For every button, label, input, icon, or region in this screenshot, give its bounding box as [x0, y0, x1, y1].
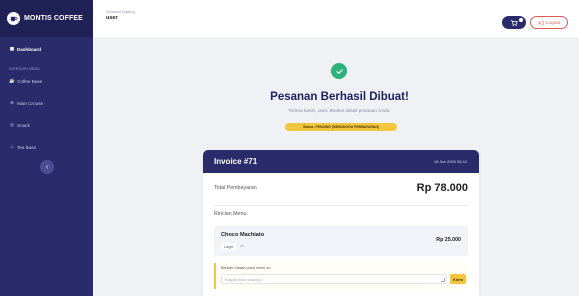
sidebar-item-label: Dashboard — [17, 46, 41, 52]
invoice-header: Invoice #71 18 Jan 2026 08.44 — [203, 150, 479, 173]
details-label: Rincian Menu: — [214, 211, 248, 217]
success-subtitle: Terima kasih, user. Berikut detail pesan… — [288, 109, 391, 114]
logout-icon — [538, 20, 544, 25]
sidebar-item-label: Tea Base — [17, 144, 37, 150]
cup-icon: ☕ — [9, 78, 15, 83]
total-row: Total Pembayaran Rp 78.000 — [214, 182, 468, 194]
invoice-date: 18 Jan 2026 08.44 — [433, 159, 467, 164]
sidebar-item-coffee-base[interactable]: ☕ Coffee Base — [0, 73, 93, 89]
sidebar: MONTIS COFFEE ▦ Dashboard KATEGORI MENU … — [0, 0, 93, 296]
plate-icon: ⊛ — [10, 100, 14, 105]
chevron-left-icon: ‹ — [45, 163, 49, 171]
item-price: Rp 25.000 — [436, 237, 461, 243]
sidebar-item-main-crouse[interactable]: ⊛ Main Crouse — [0, 95, 93, 111]
logout-button[interactable]: Logout — [530, 16, 568, 29]
review-input[interactable]: Bagaimana rasanya?... — [221, 274, 447, 284]
cart-icon — [510, 19, 518, 26]
review-box: Berikan Ulasan untuk menu ini: Bagaimana… — [214, 263, 468, 289]
sidebar-item-dashboard[interactable]: ▦ Dashboard — [0, 41, 93, 57]
sidebar-item-label: Main Crouse — [17, 100, 44, 106]
order-item: Choco Machiato Large x1 Rp 25.000 — [214, 226, 468, 256]
sidebar-item-label: Coffee Base — [17, 78, 43, 84]
greeting-text: Selamat Datang, — [106, 9, 136, 14]
brand[interactable]: MONTIS COFFEE — [0, 0, 93, 37]
invoice-title: Invoice #71 — [214, 157, 258, 166]
status-badge: Status: PENDING (MENUNGGU PEMBAYARAN) — [285, 123, 397, 131]
cart-button[interactable] — [502, 16, 526, 29]
send-review-button[interactable]: Kirim — [450, 274, 466, 284]
item-quantity: x1 — [240, 244, 244, 248]
item-size-badge: Large — [221, 243, 237, 250]
tea-icon: ♨ — [9, 144, 15, 149]
total-value: Rp 78.000 — [416, 182, 468, 194]
logo-icon — [7, 12, 20, 25]
brand-name: MONTIS COFFEE — [24, 15, 83, 22]
snack-icon: ◎ — [9, 122, 14, 127]
username: user — [106, 15, 118, 21]
sidebar-item-label: Snack — [17, 122, 30, 128]
sidebar-collapse-button[interactable]: ‹ — [40, 160, 54, 174]
sidebar-item-snack[interactable]: ◎ Snack — [0, 117, 93, 133]
sidebar-section-label: KATEGORI MENU — [9, 67, 40, 71]
invoice-card: Invoice #71 18 Jan 2026 08.44 Total Pemb… — [203, 150, 479, 296]
check-circle-icon — [331, 63, 347, 79]
sidebar-item-tea-base[interactable]: ♨ Tea Base — [0, 139, 93, 155]
logout-label: Logout — [546, 20, 560, 25]
review-label: Berikan Ulasan untuk menu ini: — [221, 266, 271, 270]
cart-badge — [519, 18, 523, 22]
total-label: Total Pembayaran — [214, 185, 257, 191]
divider — [214, 205, 468, 206]
item-name: Choco Machiato — [221, 232, 265, 238]
success-title: Pesanan Berhasil Dibuat! — [270, 91, 409, 103]
top-header: Selamat Datang, user Logout — [93, 0, 579, 37]
grid-icon: ▦ — [9, 46, 15, 51]
